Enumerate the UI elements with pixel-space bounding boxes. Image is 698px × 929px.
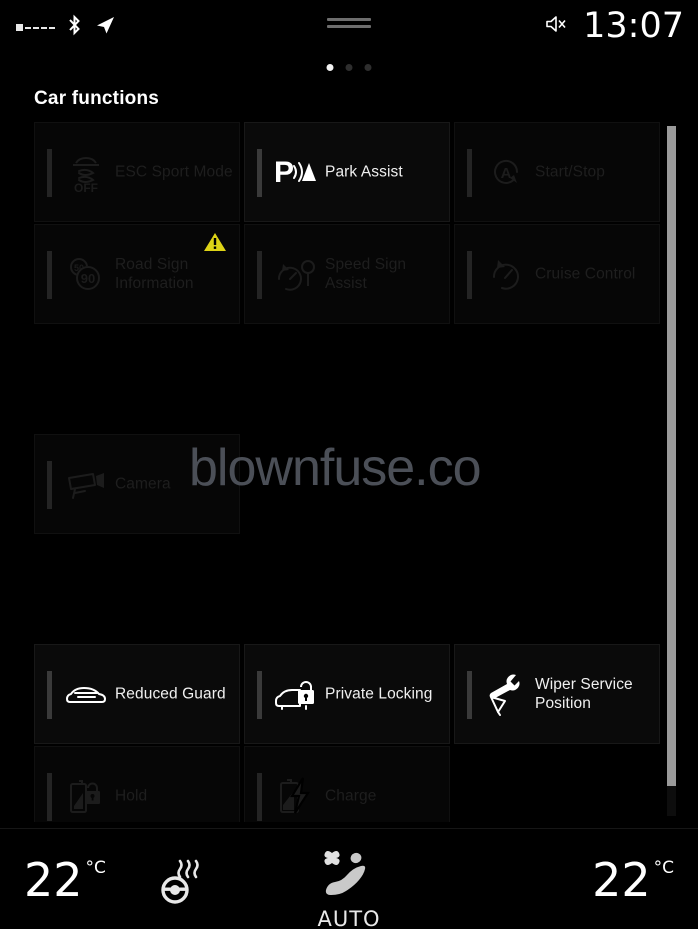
status-bar-left-icons xyxy=(16,14,116,41)
wiper-service-icon xyxy=(483,671,529,717)
svg-text:P: P xyxy=(274,156,294,189)
tile-label: ESC Sport Mode xyxy=(115,163,233,181)
page-dot-2[interactable] xyxy=(345,64,353,71)
tile-label: Hold xyxy=(115,787,148,805)
tile-label: Road Sign Information xyxy=(115,256,194,292)
tile-charge[interactable]: Charge xyxy=(244,746,450,822)
passenger-temperature-unit: °C xyxy=(653,858,674,878)
tile-accent-bar xyxy=(47,251,52,299)
page-dot-1[interactable] xyxy=(326,64,334,71)
drag-handle-icon[interactable] xyxy=(327,18,371,32)
tile-private-locking[interactable]: Private Locking xyxy=(244,644,450,744)
status-bar-right: 13:07 xyxy=(545,4,684,48)
driver-temperature-unit: °C xyxy=(85,858,106,878)
warning-triangle-icon xyxy=(203,231,227,253)
tile-accent-bar xyxy=(257,251,262,299)
cruise-control-icon xyxy=(483,251,529,297)
passenger-temperature-value: 22 xyxy=(592,853,651,907)
road-sign-icon: 50 90 xyxy=(63,251,109,297)
car-functions-grid: OFF ESC Sport Mode P Park Assist A Start… xyxy=(0,122,698,822)
auto-start-stop-icon: A xyxy=(483,149,529,195)
tile-row: Reduced Guard Private Locking Wiper Serv… xyxy=(34,644,666,744)
svg-text:90: 90 xyxy=(81,271,95,286)
tile-camera[interactable]: Camera xyxy=(34,434,240,534)
battery-charge-icon xyxy=(273,773,319,819)
page-dot-3[interactable] xyxy=(364,64,372,71)
tile-row: OFF ESC Sport Mode P Park Assist A Start… xyxy=(34,122,666,222)
tile-wiper-service-position[interactable]: Wiper Service Position xyxy=(454,644,660,744)
tile-label: Start/Stop xyxy=(535,163,605,181)
driver-temperature-value: 22 xyxy=(24,853,83,907)
park-assist-icon: P xyxy=(273,149,319,195)
tile-label: Wiper Service Position xyxy=(535,676,633,712)
tile-label: Charge xyxy=(325,787,377,805)
status-bar: 13:07 xyxy=(0,0,698,52)
tile-label: Reduced Guard xyxy=(115,685,226,703)
svg-text:A: A xyxy=(501,165,512,182)
tile-row: 50 90 Road Sign Information Speed Sign A… xyxy=(34,224,666,324)
signal-strength-icon xyxy=(16,24,55,31)
passenger-temperature-control[interactable]: 22 °C xyxy=(592,855,674,905)
tile-accent-bar xyxy=(467,149,472,197)
tile-accent-bar xyxy=(47,773,52,821)
tile-accent-bar xyxy=(47,149,52,197)
infotainment-screen: 13:07 Car functions OFF ESC Sport Mode P… xyxy=(0,0,698,929)
camera-icon xyxy=(63,461,109,507)
tile-accent-bar xyxy=(257,149,262,197)
auto-label: AUTO xyxy=(317,907,381,929)
tile-label: Private Locking xyxy=(325,685,433,703)
navigation-arrow-icon xyxy=(94,14,116,41)
tile-accent-bar xyxy=(467,671,472,719)
tile-label: Park Assist xyxy=(325,163,403,181)
tile-accent-bar xyxy=(47,461,52,509)
tile-label: Speed Sign Assist xyxy=(325,256,407,292)
auto-climate-button[interactable]: AUTO xyxy=(304,849,394,929)
tile-cruise-control[interactable]: Cruise Control xyxy=(454,224,660,324)
tile-row: Camera xyxy=(34,434,666,534)
page-indicator-dots[interactable] xyxy=(326,64,372,71)
tile-row: Hold Charge xyxy=(34,746,666,822)
tile-label: Camera xyxy=(115,475,171,493)
reduced-guard-icon xyxy=(63,671,109,717)
tile-label: Cruise Control xyxy=(535,265,636,283)
tile-speed-sign-assist[interactable]: Speed Sign Assist xyxy=(244,224,450,324)
scrollbar-thumb[interactable] xyxy=(667,126,676,786)
tile-accent-bar xyxy=(257,671,262,719)
clock: 13:07 xyxy=(583,6,684,46)
page-title: Car functions xyxy=(34,88,160,109)
auto-airflow-icon xyxy=(311,851,387,905)
tile-accent-bar xyxy=(467,251,472,299)
volume-mute-icon[interactable] xyxy=(545,14,569,39)
battery-hold-icon xyxy=(63,773,109,819)
vertical-scrollbar[interactable] xyxy=(667,126,676,816)
tile-hold[interactable]: Hold xyxy=(34,746,240,822)
tile-park-assist[interactable]: P Park Assist xyxy=(244,122,450,222)
esc-off-icon: OFF xyxy=(63,149,109,195)
svg-text:OFF: OFF xyxy=(74,181,98,195)
private-locking-icon xyxy=(273,671,319,717)
tile-start-stop[interactable]: A Start/Stop xyxy=(454,122,660,222)
tile-esc-sport-mode[interactable]: OFF ESC Sport Mode xyxy=(34,122,240,222)
tile-reduced-guard[interactable]: Reduced Guard xyxy=(34,644,240,744)
heated-steering-wheel-icon[interactable] xyxy=(156,859,210,905)
tile-accent-bar xyxy=(257,773,262,821)
bluetooth-icon xyxy=(67,14,82,41)
speed-sign-assist-icon xyxy=(273,251,319,297)
tile-road-sign-information[interactable]: 50 90 Road Sign Information xyxy=(34,224,240,324)
tile-accent-bar xyxy=(47,671,52,719)
climate-control-bar: 22 °C AUTO 22 °C xyxy=(0,828,698,929)
driver-temperature-control[interactable]: 22 °C xyxy=(24,855,106,905)
